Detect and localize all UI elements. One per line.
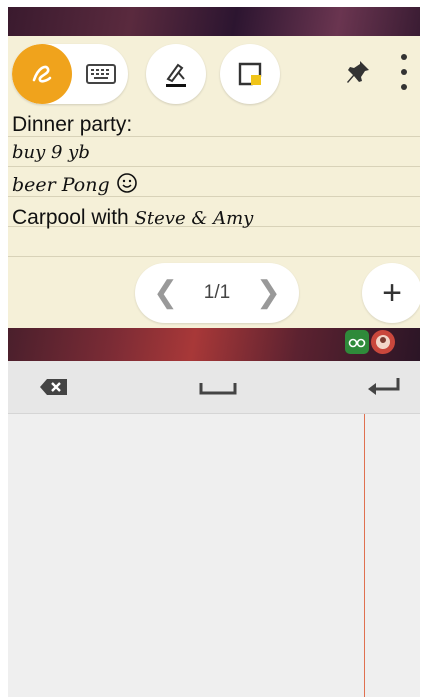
next-page-button[interactable]: ❯ [256,275,281,311]
handwriting-mode-button[interactable] [12,44,72,104]
handwritten-names: Steve & Amy [134,208,254,229]
add-page-button[interactable]: + [362,263,420,323]
handwriting-canvas[interactable] [8,414,420,697]
app-frame: Dinner party: buy 9 yb beer Pong Carpool… [8,7,420,697]
background-app-icons [345,330,397,358]
draw-button[interactable] [146,44,206,104]
pin-icon [347,61,369,83]
app-icon [345,330,369,354]
more-vert-icon [401,54,407,60]
canvas-margin-line [364,414,365,697]
note-line-title[interactable]: Dinner party: [12,113,132,137]
backspace-icon[interactable] [38,375,70,399]
typed-text: Carpool with [12,206,129,229]
pen-draw-icon [166,63,186,87]
handwriting-keybar [8,361,420,414]
enter-icon[interactable] [366,375,402,399]
sticky-note-icon [238,62,262,86]
pin-button[interactable] [344,58,372,86]
note-line-handwritten-2[interactable]: beer Pong [12,172,138,196]
page-navigator: ❮ 1/1 ❯ [135,263,299,323]
input-mode-toggle [12,44,128,104]
keyboard-mode-button[interactable] [74,44,128,104]
space-icon[interactable] [198,375,238,399]
sticky-note-button[interactable] [220,44,280,104]
wallpaper-top [8,7,420,36]
handwriting-icon [32,65,52,83]
handwritten-text: beer Pong [12,174,110,196]
more-menu-button[interactable] [398,54,410,90]
smiley-icon [116,173,137,193]
keyboard-icon [86,64,116,84]
note-toolbar [8,40,420,106]
note-line-carpool[interactable]: Carpool with Steve & Amy [12,206,253,230]
note-line-handwritten-1[interactable]: buy 9 yb [12,142,90,163]
app-icon [371,330,395,354]
